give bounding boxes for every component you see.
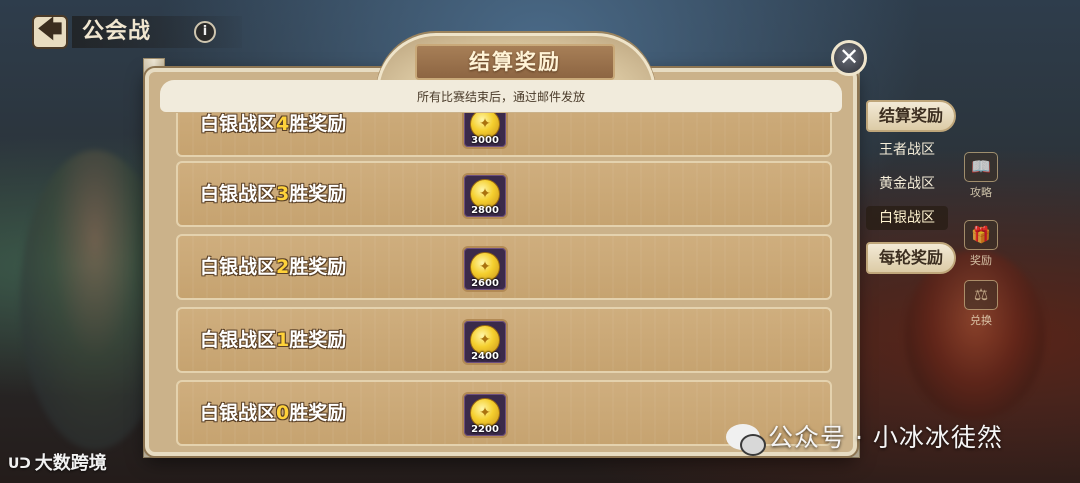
reward-label: 奖励: [970, 254, 992, 267]
reward-label: 白银战区1胜奖励: [200, 329, 347, 351]
background-hero-right: [905, 250, 1045, 420]
watermark-right-text: 公众号 · 小冰冰徒然: [768, 423, 1003, 452]
dialog-title: 结算奖励: [415, 44, 615, 80]
close-button[interactable]: ✕: [831, 40, 867, 76]
guide-button[interactable]: 📖 攻略: [961, 152, 1001, 200]
tab-silver-zone[interactable]: 白银战区: [866, 206, 948, 230]
reward-button[interactable]: 🎁 奖励: [961, 220, 1001, 268]
watermark-left: ᑌᑐ 大数跨境: [8, 450, 107, 478]
reward-row: 白银战区3胜奖励 ✦ 2800: [176, 161, 832, 227]
exchange-label: 兑换: [970, 314, 992, 327]
reward-amount: 2800: [471, 205, 499, 216]
info-icon[interactable]: i: [194, 21, 216, 43]
reward-item-slot[interactable]: ✦ 2200: [462, 392, 508, 438]
brand-logo-icon: ᑌᑐ: [8, 456, 31, 472]
reward-amount: 3000: [471, 135, 499, 146]
reward-label: 白银战区2胜奖励: [200, 256, 347, 278]
tab-gold-zone[interactable]: 黄金战区: [866, 172, 948, 196]
reward-amount: 2200: [471, 424, 499, 435]
book-icon: 📖: [964, 152, 998, 182]
reward-label: 白银战区0胜奖励: [200, 402, 347, 424]
back-arrow-icon: 🡄: [37, 14, 63, 43]
reward-label: 白银战区3胜奖励: [200, 183, 347, 205]
close-icon: ✕: [838, 43, 860, 71]
reward-list[interactable]: 白银战区4胜奖励 ✦ 3000 白银战区3胜奖励 ✦ 2800 白银战区2胜奖励…: [176, 113, 832, 446]
watermark-right: 公众号 · 小冰冰徒然: [726, 420, 1003, 456]
reward-item-slot[interactable]: ✦ 2600: [462, 246, 508, 292]
scale-icon: ⚖: [964, 280, 998, 310]
tab-per-round-rewards[interactable]: 每轮奖励: [866, 242, 956, 274]
reward-amount: 2400: [471, 351, 499, 362]
reward-row: 白银战区1胜奖励 ✦ 2400: [176, 307, 832, 373]
back-button[interactable]: 🡄: [32, 15, 68, 49]
reward-amount: 2600: [471, 278, 499, 289]
reward-item-slot[interactable]: ✦ 2800: [462, 173, 508, 219]
dialog-subtitle: 所有比赛结束后，通过邮件发放: [160, 80, 842, 112]
reward-row: 白银战区4胜奖励 ✦ 3000: [176, 113, 832, 157]
page-title: 公会战: [72, 16, 242, 48]
reward-label: 白银战区4胜奖励: [200, 113, 347, 135]
gift-icon: 🎁: [964, 220, 998, 250]
tab-king-zone[interactable]: 王者战区: [866, 138, 948, 162]
reward-row: 白银战区2胜奖励 ✦ 2600: [176, 234, 832, 300]
exchange-button[interactable]: ⚖ 兑换: [961, 280, 1001, 328]
wechat-icon: [726, 424, 766, 456]
watermark-left-text: 大数跨境: [34, 453, 107, 474]
reward-item-slot[interactable]: ✦ 2400: [462, 319, 508, 365]
reward-item-slot[interactable]: ✦ 3000: [462, 113, 508, 149]
guide-label: 攻略: [970, 186, 992, 199]
tab-settlement-rewards[interactable]: 结算奖励: [866, 100, 956, 132]
